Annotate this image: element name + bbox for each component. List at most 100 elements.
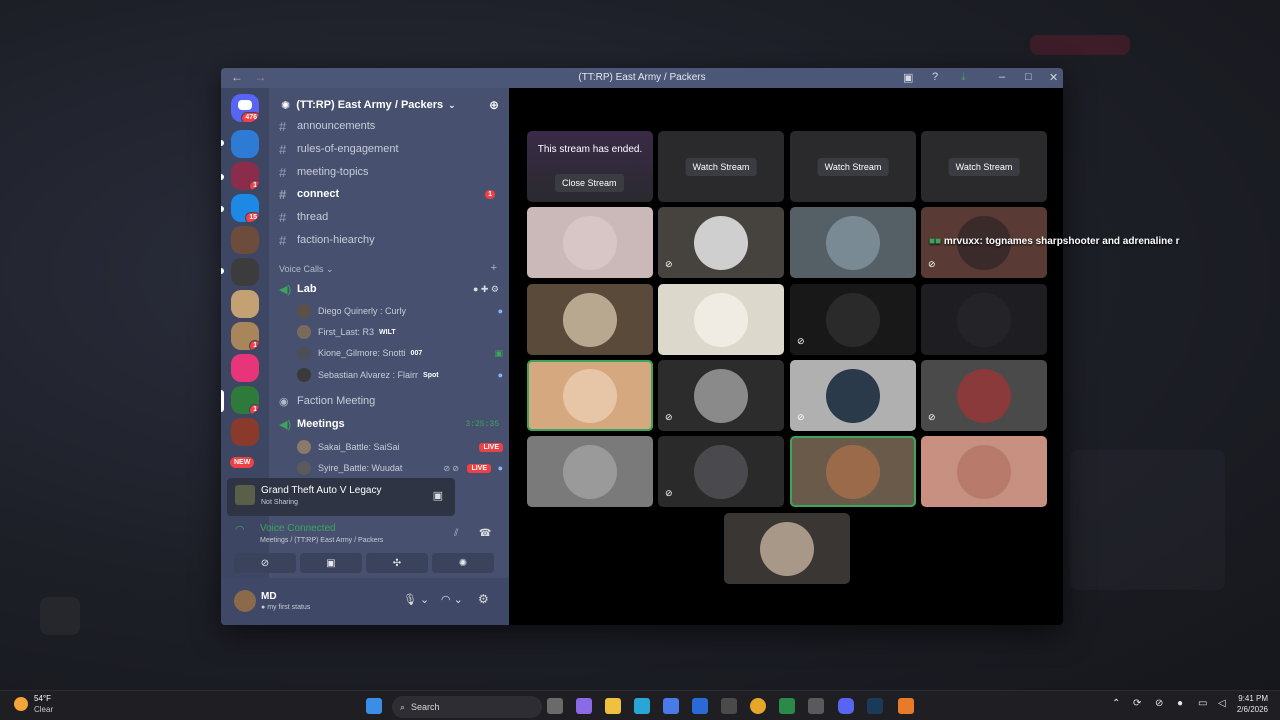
participant-tile[interactable] <box>921 284 1047 355</box>
noise-suppression-icon[interactable]: ⫽ <box>454 528 458 539</box>
new-badge[interactable]: NEW <box>230 457 255 468</box>
voice-category[interactable]: Voice Calls ⌄ <box>279 264 334 275</box>
disconnect-icon[interactable]: ☎ <box>479 528 491 539</box>
soundboard-button[interactable]: ✺ <box>432 553 494 573</box>
excel-icon[interactable] <box>779 698 795 714</box>
voice-member[interactable]: Diego Quinerly : Curly ● <box>297 302 507 320</box>
close-stream-button[interactable]: Close Stream <box>555 174 624 192</box>
chrome-icon[interactable] <box>750 698 766 714</box>
avatar[interactable] <box>234 590 256 612</box>
close-icon[interactable]: ✕ <box>1049 71 1058 84</box>
voice-channel-meetings[interactable]: ◀) Meetings 3:25:35 <box>279 415 499 433</box>
clock[interactable]: 9:41 PM 2/6/2026 <box>1232 694 1268 714</box>
participant-tile[interactable]: ⊘ <box>658 436 784 507</box>
share-screen-button[interactable]: ▣ <box>300 553 362 573</box>
participant-tile[interactable]: ⊘ <box>921 360 1047 431</box>
file-explorer-icon[interactable] <box>605 698 621 714</box>
participant-tile[interactable] <box>790 207 916 278</box>
voice-member[interactable]: Kione_Gilmore: Snotti 007 ▣ <box>297 344 507 362</box>
voice-member[interactable]: Sebastian Alvarez : Flairr Spot ● <box>297 366 507 384</box>
headphones-icon[interactable]: ◠ ⌄ <box>441 593 463 606</box>
channel-faction-hiearchy[interactable]: # faction-hiearchy <box>279 231 375 249</box>
participant-tile[interactable]: ⊘ <box>790 360 916 431</box>
server-icon[interactable] <box>231 226 259 254</box>
channel-rules-of-engagement[interactable]: # rules-of-engagement <box>279 140 399 158</box>
server-icon[interactable] <box>231 130 259 158</box>
volume-icon[interactable]: ◁ <box>1218 698 1226 709</box>
watch-stream-button[interactable]: Watch Stream <box>685 157 757 176</box>
participant-tile[interactable] <box>921 436 1047 507</box>
channel-meeting-topics[interactable]: # meeting-topics <box>279 163 369 181</box>
discord-icon[interactable] <box>838 698 854 714</box>
screen-icon[interactable]: ▣ <box>903 71 913 84</box>
avatar <box>826 215 880 270</box>
activities-button[interactable]: ✣ <box>366 553 428 573</box>
server-icon[interactable] <box>231 258 259 286</box>
maximize-icon[interactable]: □ <box>1025 71 1032 83</box>
app-icon[interactable] <box>898 698 914 714</box>
voice-member[interactable]: First_Last: R3 WILT <box>297 323 396 341</box>
add-channel-icon[interactable]: + <box>491 262 497 274</box>
participant-tile[interactable] <box>658 284 784 355</box>
store-icon[interactable] <box>663 698 679 714</box>
add-member-icon[interactable]: ⊕ <box>489 98 499 112</box>
sync-icon[interactable]: ⟳ <box>1133 698 1141 709</box>
outlook-icon[interactable] <box>692 698 708 714</box>
server-icon[interactable]: 1 <box>231 162 259 190</box>
server-icon[interactable] <box>231 418 259 446</box>
copilot-icon[interactable] <box>576 698 592 714</box>
camera-off-icon: ⊘ <box>260 557 270 569</box>
server-icon[interactable]: 1 <box>231 322 259 350</box>
steam-icon[interactable] <box>867 698 883 714</box>
watch-stream-button[interactable]: Watch Stream <box>817 157 889 176</box>
user-status[interactable]: ● my first status <box>261 604 310 611</box>
server-icon[interactable]: 15 <box>231 194 259 222</box>
channel-connect[interactable]: # connect 1 <box>279 185 499 203</box>
stream-tile[interactable]: Watch Stream <box>658 131 784 202</box>
stream-tile[interactable]: Watch Stream <box>921 131 1047 202</box>
weather-icon[interactable] <box>14 697 28 711</box>
member-name: Diego Quinerly : Curly <box>318 306 407 316</box>
voice-channel-faction-meeting[interactable]: ◉ Faction Meeting <box>279 392 375 410</box>
channel-thread[interactable]: # thread <box>279 208 328 226</box>
github-icon[interactable] <box>721 698 737 714</box>
participant-tile[interactable] <box>527 207 653 278</box>
app-icon[interactable] <box>808 698 824 714</box>
participant-tile[interactable] <box>527 436 653 507</box>
stream-tile[interactable]: Watch Stream <box>790 131 916 202</box>
microphone-icon[interactable]: 🎙︎ ⌄ <box>403 593 429 606</box>
discord-home-icon[interactable]: 476 <box>231 94 259 122</box>
network-icon[interactable]: ⊘ <box>1155 698 1163 709</box>
minimize-icon[interactable]: – <box>999 71 1005 83</box>
channel-settings-icon[interactable]: ● ✚ ⚙ <box>473 284 499 295</box>
voice-channel-lab[interactable]: ◀) Lab ● ✚ ⚙ <box>279 280 499 298</box>
chevron-up-icon[interactable]: ⌃ <box>1112 698 1120 709</box>
voice-member[interactable]: Syire_Battle: Wuudat ⊘ ⊘ LIVE ● <box>297 459 507 477</box>
participant-tile[interactable]: ⊘ <box>658 360 784 431</box>
download-icon[interactable]: ⤓ <box>961 71 966 84</box>
taskbar-search[interactable]: ⌕ Search <box>392 696 542 718</box>
camera-off-icon: ⊘ <box>665 259 673 269</box>
participant-tile[interactable]: ⊘ <box>658 207 784 278</box>
user-settings-icon[interactable]: ⚙ <box>478 592 489 606</box>
participant-tile[interactable] <box>724 513 850 584</box>
help-icon[interactable]: ? <box>932 71 938 83</box>
server-icon[interactable] <box>231 290 259 318</box>
participant-tile[interactable] <box>790 436 916 507</box>
watch-stream-button[interactable]: Watch Stream <box>948 157 1020 176</box>
participant-tile[interactable]: ⊘ <box>790 284 916 355</box>
voice-location[interactable]: Meetings / (TT:RP) East Army / Packers <box>260 537 383 544</box>
microphone-icon[interactable]: ● <box>1177 698 1183 709</box>
screen-share-icon[interactable]: ▣ <box>433 489 443 502</box>
display-icon[interactable]: ▭ <box>1198 698 1207 709</box>
channel-announcements[interactable]: # announcements <box>279 117 375 135</box>
windows-start-icon[interactable] <box>366 698 382 714</box>
task-view-icon[interactable] <box>547 698 563 714</box>
participant-tile[interactable] <box>527 360 653 431</box>
edge-icon[interactable] <box>634 698 650 714</box>
server-icon[interactable]: 1 <box>231 386 259 414</box>
voice-member[interactable]: Sakai_Battle: SaiSai LIVE <box>297 438 507 456</box>
participant-tile[interactable] <box>527 284 653 355</box>
camera-button[interactable]: ⊘ <box>234 553 296 573</box>
server-icon[interactable] <box>231 354 259 382</box>
